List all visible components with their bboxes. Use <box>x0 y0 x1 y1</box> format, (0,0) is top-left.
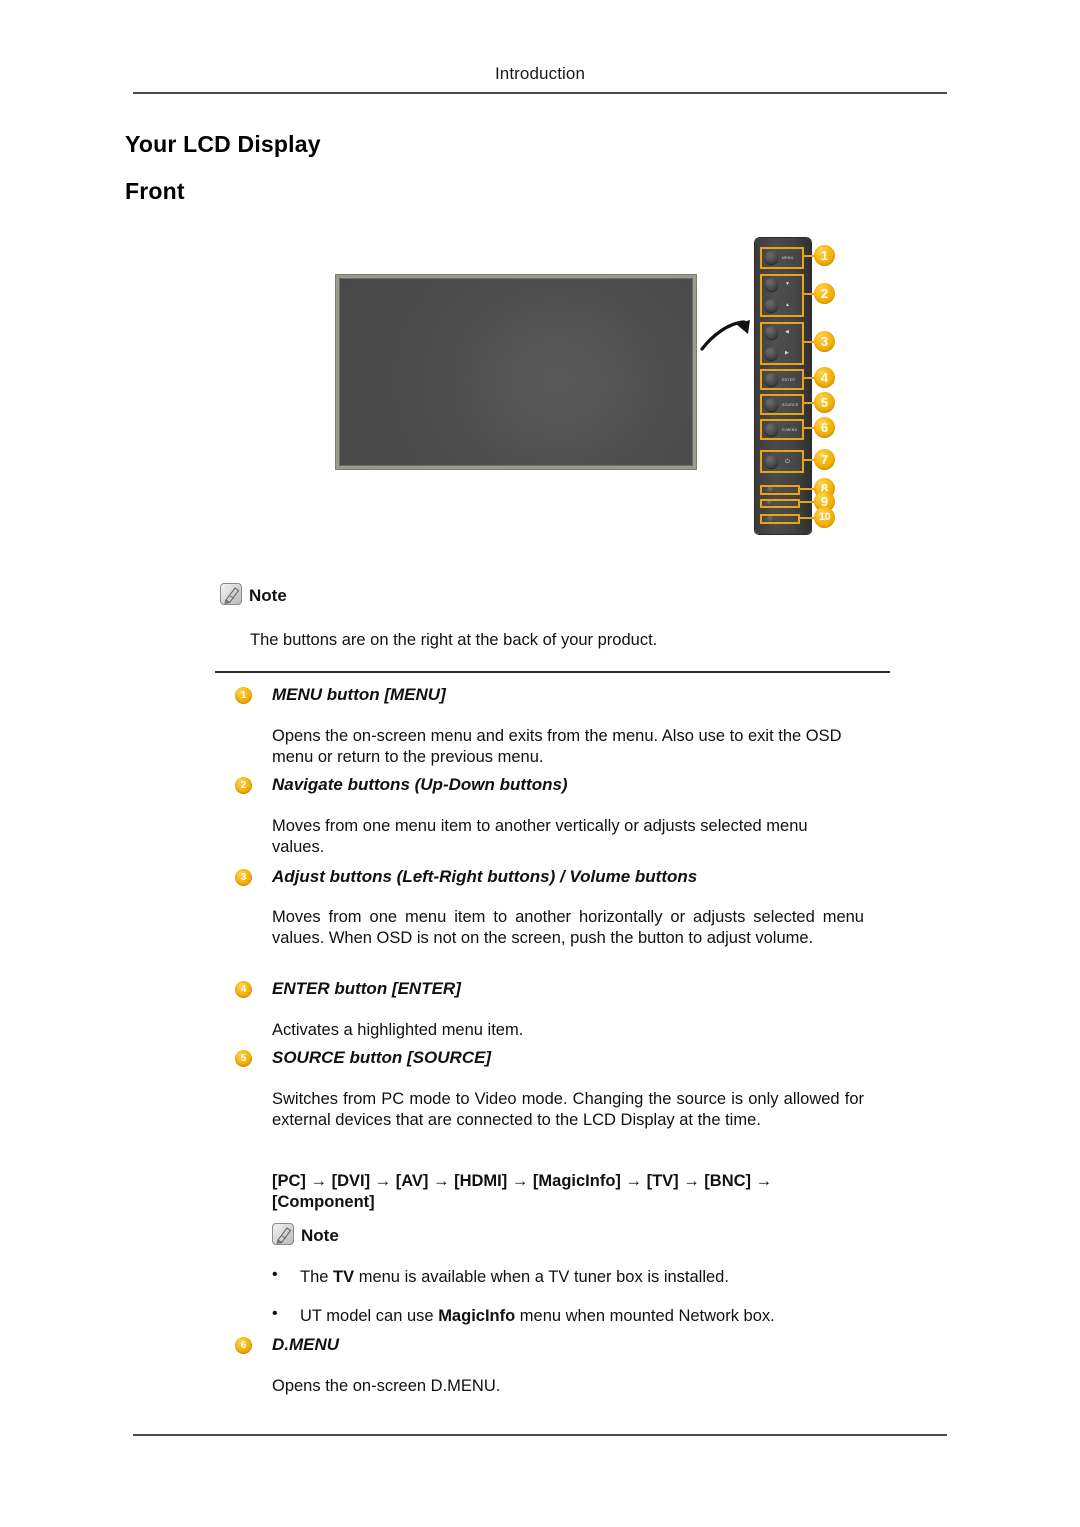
list-body-3: Moves from one menu item to another hori… <box>272 908 864 947</box>
monitor-screen <box>339 278 693 466</box>
list-number-4: 4 <box>235 981 252 998</box>
panel-highlight-10 <box>760 514 800 524</box>
header-rule <box>133 92 947 94</box>
product-figure: MENU ▼ ▲ ◀ ▶ ENTER SOURCE D.MENU ⏻ 1 2 3… <box>330 236 850 536</box>
arrow-left-icon: ◀ <box>785 329 789 335</box>
down-button-dot <box>765 278 778 291</box>
bullet-1-bold: TV <box>333 1268 355 1286</box>
power-button-dot <box>765 455 778 468</box>
bullet-1-pre: The <box>300 1268 334 1286</box>
power-icon: ⏻ <box>785 459 790 465</box>
arrow-up-icon: ▲ <box>785 302 790 308</box>
note-label-top: Note <box>249 586 287 605</box>
pointer-arrow-icon <box>700 320 750 351</box>
list-title-2: Navigate buttons (Up-Down buttons) <box>272 775 568 794</box>
note-pen-icon-bottom <box>272 1223 294 1245</box>
bullet-marker-2: • <box>272 1305 278 1322</box>
note-label-bottom: Note <box>301 1226 339 1245</box>
figure-callout-1: 1 <box>814 245 835 266</box>
right-button-dot <box>765 347 778 360</box>
note-bullet-1: The TV menu is available when a TV tuner… <box>300 1267 880 1288</box>
list-title-1: MENU button [MENU] <box>272 685 446 704</box>
list-body-2: Moves from one menu item to another vert… <box>272 817 808 856</box>
bullet-1-post: menu is available when a TV tuner box is… <box>354 1268 729 1286</box>
list-number-6: 6 <box>235 1337 252 1354</box>
dmenu-button-dot <box>765 423 778 436</box>
source-button-label: SOURCE <box>782 403 799 407</box>
arrow-right-icon: ▶ <box>785 350 789 356</box>
figure-callout-5: 5 <box>814 392 835 413</box>
up-button-dot <box>765 299 778 312</box>
left-button-dot <box>765 326 778 339</box>
figure-callout-10: 10 <box>814 507 835 528</box>
list-number-3: 3 <box>235 869 252 886</box>
figure-callout-7: 7 <box>814 449 835 470</box>
source-chain-text: [PC] → [DVI] → [AV] → [HDMI] → [MagicInf… <box>272 1172 773 1211</box>
list-body-1: Opens the on-screen menu and exits from … <box>272 727 842 766</box>
running-header: Introduction <box>494 64 586 83</box>
bullet-marker-1: • <box>272 1266 278 1283</box>
figure-callout-4: 4 <box>814 367 835 388</box>
enter-button-dot <box>765 373 778 386</box>
dmenu-button-label: D.MENU <box>782 428 798 432</box>
menu-button-dot <box>765 251 778 264</box>
list-number-5: 5 <box>235 1050 252 1067</box>
menu-button-label: MENU <box>782 256 794 260</box>
figure-callout-3: 3 <box>814 331 835 352</box>
bullet-2-pre: UT model can use <box>300 1307 439 1325</box>
enter-button-label: ENTER <box>782 378 796 382</box>
list-body-4: Activates a highlighted menu item. <box>272 1021 524 1039</box>
list-title-5: SOURCE button [SOURCE] <box>272 1048 492 1067</box>
figure-callout-6: 6 <box>814 417 835 438</box>
page-title: Your LCD Display <box>125 131 321 157</box>
figure-callout-2: 2 <box>814 283 835 304</box>
panel-highlight-9 <box>760 499 800 508</box>
note-bullet-2: UT model can use MagicInfo menu when mou… <box>300 1306 880 1327</box>
bullet-2-bold: MagicInfo <box>438 1307 516 1325</box>
arrow-down-icon: ▼ <box>785 281 790 287</box>
lcd-monitor-illustration <box>335 274 697 470</box>
bullet-2-post: menu when mounted Network box. <box>515 1307 775 1325</box>
list-title-4: ENTER button [ENTER] <box>272 979 461 998</box>
source-button-dot <box>765 398 778 411</box>
list-title-6: D.MENU <box>272 1335 340 1354</box>
section-divider <box>215 671 890 673</box>
list-body-6: Opens the on-screen D.MENU. <box>272 1377 501 1395</box>
footer-rule <box>133 1434 947 1436</box>
list-title-3: Adjust buttons (Left-Right buttons) / Vo… <box>272 867 698 886</box>
list-number-2: 2 <box>235 777 252 794</box>
note-text-top: The buttons are on the right at the back… <box>250 631 658 649</box>
panel-highlight-8 <box>760 485 800 495</box>
note-pen-icon <box>220 583 242 605</box>
list-number-1: 1 <box>235 687 252 704</box>
list-body-5: Switches from PC mode to Video mode. Cha… <box>272 1090 864 1129</box>
section-title: Front <box>125 178 185 204</box>
document-page: Introduction Your LCD Display Front MENU… <box>0 0 1080 1527</box>
